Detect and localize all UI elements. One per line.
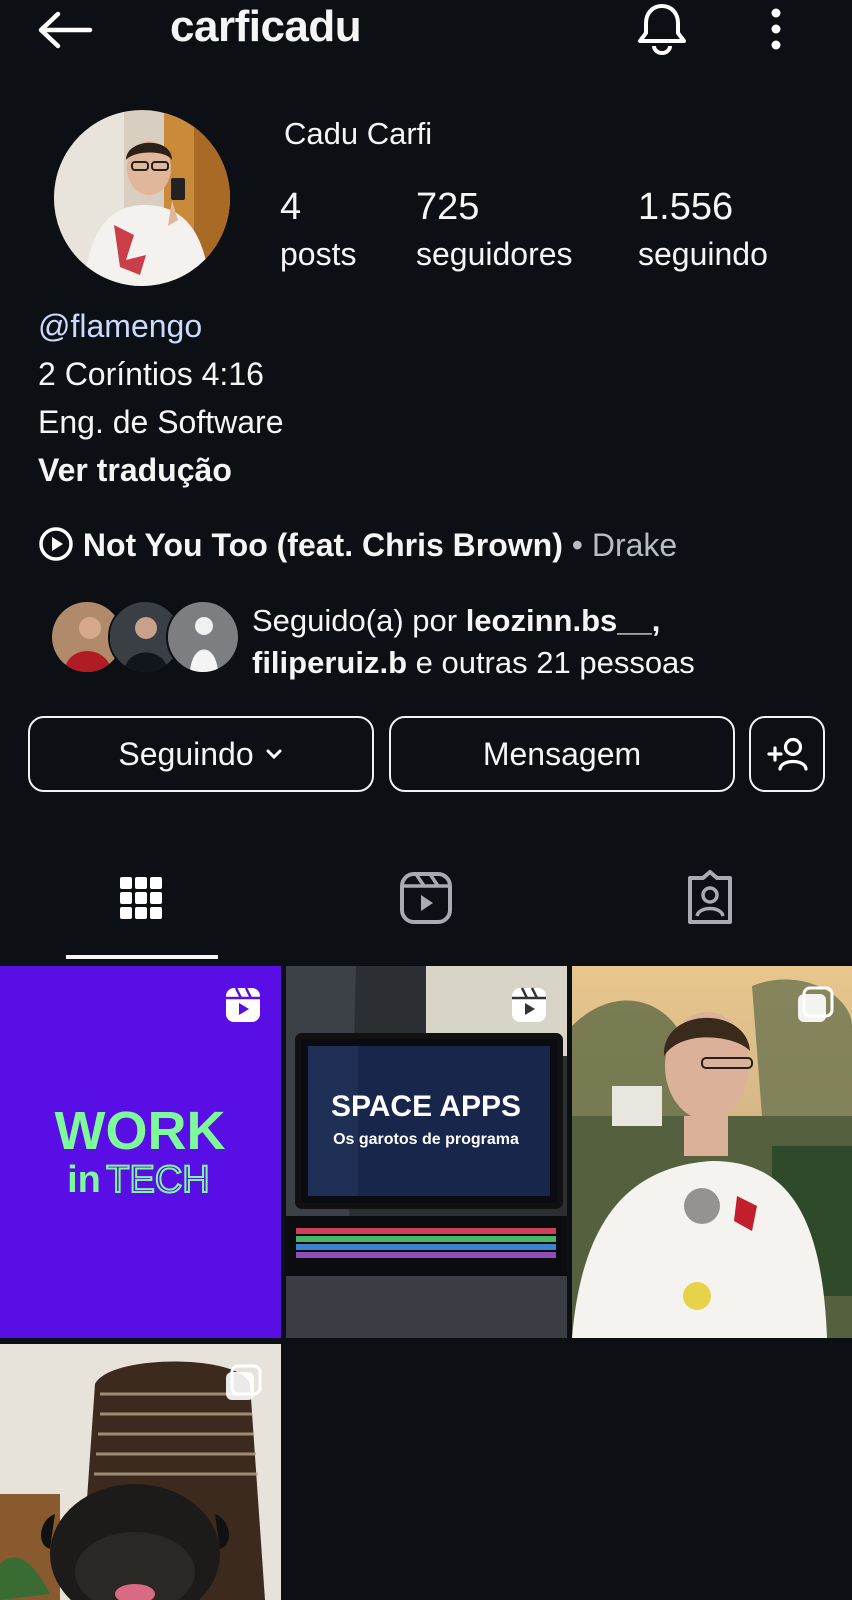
message-button-label: Mensagem xyxy=(482,735,642,772)
followers-count[interactable]: 725 xyxy=(416,186,479,229)
followed-by-prefix: Seguido(a) por xyxy=(252,603,466,638)
bio-line: 2 Coríntios 4:16 xyxy=(38,356,264,392)
top-bar: carficadu xyxy=(0,0,852,60)
reel-badge-icon xyxy=(512,987,546,1022)
following-count[interactable]: 1.556 xyxy=(638,186,733,229)
post-tile[interactable]: SPACE APPS Os garotos de programa xyxy=(286,966,567,1338)
post-text-tech: TECH xyxy=(106,1159,209,1201)
followed-by-text[interactable]: Seguido(a) por leozinn.bs__, filiperuiz.b… xyxy=(252,600,832,684)
tagged-icon[interactable] xyxy=(680,868,740,928)
followed-by-suffix: e outras 21 pessoas xyxy=(407,645,695,680)
post-tile[interactable] xyxy=(0,1344,281,1600)
see-translation-link[interactable]: Ver tradução xyxy=(38,452,232,489)
bio-mention-link[interactable]: @flamengo xyxy=(38,308,202,345)
mutual-username: leozinn.bs__ xyxy=(465,603,652,638)
add-person-icon xyxy=(767,737,808,771)
posts-label[interactable]: posts xyxy=(280,236,356,273)
following-button-label: Seguindo xyxy=(118,735,254,772)
reels-icon[interactable] xyxy=(396,868,456,928)
profile-music[interactable]: Not You Too (feat. Chris Brown) • Drake xyxy=(38,526,677,564)
mutual-followers-avatars[interactable] xyxy=(50,600,240,674)
following-button[interactable]: Seguindo xyxy=(28,716,374,792)
post-text-in: in xyxy=(67,1159,101,1201)
bell-icon[interactable] xyxy=(634,2,690,56)
more-options-icon[interactable] xyxy=(758,4,794,58)
post-tile[interactable]: WORK in TECH xyxy=(0,966,281,1338)
play-circle-icon xyxy=(39,527,73,561)
following-label[interactable]: seguindo xyxy=(638,236,768,273)
music-artist: Drake xyxy=(591,527,678,563)
post-text-space-apps: SPACE APPS xyxy=(331,1090,521,1123)
mutual-username: filiperuiz.b xyxy=(252,645,407,680)
active-tab-indicator xyxy=(66,955,218,959)
post-text-subtitle: Os garotos de programa xyxy=(333,1131,519,1148)
profile-full-name: Cadu Carfi xyxy=(284,116,433,151)
reel-badge-icon xyxy=(226,987,260,1022)
back-arrow-icon[interactable] xyxy=(36,8,94,52)
mutual-comma: , xyxy=(651,603,661,638)
posts-count[interactable]: 4 xyxy=(280,186,301,229)
followers-label[interactable]: seguidores xyxy=(416,236,573,273)
chevron-down-icon xyxy=(266,749,282,760)
music-separator: • xyxy=(571,527,583,563)
carousel-badge-icon xyxy=(798,986,834,1022)
grid-icon[interactable] xyxy=(111,868,171,928)
profile-avatar[interactable] xyxy=(54,110,230,286)
post-tile[interactable] xyxy=(572,966,852,1338)
carousel-badge-icon xyxy=(226,1364,262,1400)
music-title: Not You Too (feat. Chris Brown) xyxy=(82,527,563,563)
post-text-work: WORK xyxy=(55,1101,226,1161)
bio-line: Eng. de Software xyxy=(38,404,284,440)
mutual-avatar xyxy=(166,600,240,674)
suggest-people-button[interactable] xyxy=(749,716,825,792)
message-button[interactable]: Mensagem xyxy=(389,716,735,792)
profile-username: carficadu xyxy=(170,2,362,51)
